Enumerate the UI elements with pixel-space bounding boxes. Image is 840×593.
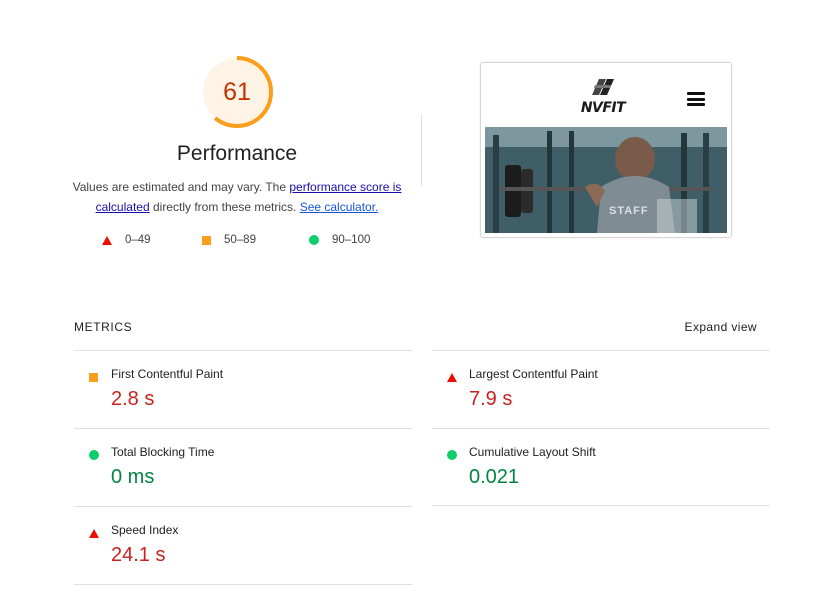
metric-label: Total Blocking Time — [111, 445, 215, 459]
metric-label: First Contentful Paint — [111, 367, 224, 381]
final-screenshot-thumbnail[interactable]: NVFIT STAFF — [480, 62, 732, 238]
metric-cumulative-layout-shift: Cumulative Layout Shift 0.021 — [432, 428, 770, 505]
fail-triangle-icon — [89, 525, 99, 543]
legend-fail: 0–49 — [102, 234, 151, 246]
performance-title: Performance — [176, 142, 298, 165]
see-calculator-link[interactable]: See calculator. — [300, 200, 379, 214]
metric-value: 0.021 — [469, 466, 520, 488]
hero-staff-text: STAFF — [609, 205, 649, 217]
nvfit-logo-icon — [592, 79, 614, 95]
pass-circle-icon — [89, 447, 99, 465]
legend-average: 50–89 — [202, 234, 256, 246]
average-square-icon — [89, 369, 98, 387]
metric-label: Cumulative Layout Shift — [469, 445, 596, 459]
fail-triangle-icon — [447, 369, 457, 387]
metric-label: Largest Contentful Paint — [469, 367, 598, 381]
metric-value: 0 ms — [111, 466, 155, 488]
performance-score-gauge: 61 — [200, 55, 274, 129]
metric-value: 7.9 s — [469, 388, 513, 410]
vertical-divider — [421, 114, 422, 186]
performance-score-value: 61 — [223, 77, 251, 106]
metric-largest-contentful-paint: Largest Contentful Paint 7.9 s — [432, 350, 770, 428]
metric-value: 24.1 s — [111, 544, 166, 566]
description-text-2: directly from these metrics. — [149, 200, 300, 214]
metrics-header: METRICS — [74, 320, 133, 334]
score-description: Values are estimated and may vary. The p… — [70, 177, 404, 217]
metric-divider — [432, 505, 770, 506]
legend-average-label: 50–89 — [224, 234, 256, 246]
gym-photo — [485, 127, 727, 233]
hamburger-menu-icon[interactable] — [687, 92, 705, 106]
score-legend: 0–49 50–89 90–100 — [0, 234, 420, 250]
average-square-icon — [202, 235, 211, 245]
hero-image: STAFF — [485, 127, 727, 233]
metric-total-blocking-time: Total Blocking Time 0 ms — [74, 428, 412, 506]
pass-circle-icon — [447, 447, 457, 465]
pass-circle-icon — [309, 235, 319, 245]
metric-first-contentful-paint: First Contentful Paint 2.8 s — [74, 350, 412, 428]
metric-value: 2.8 s — [111, 388, 155, 410]
legend-fail-label: 0–49 — [125, 234, 151, 246]
fail-triangle-icon — [102, 235, 112, 245]
logo-text: NVFIT — [580, 100, 626, 116]
legend-pass-label: 90–100 — [332, 234, 371, 246]
legend-pass: 90–100 — [309, 234, 370, 246]
metric-label: Speed Index — [111, 523, 179, 537]
expand-view-button[interactable]: Expand view — [685, 320, 757, 334]
description-text-1: Values are estimated and may vary. The — [72, 180, 290, 194]
metric-speed-index: Speed Index 24.1 s — [74, 506, 412, 585]
nvfit-logo: NVFIT — [575, 75, 631, 119]
